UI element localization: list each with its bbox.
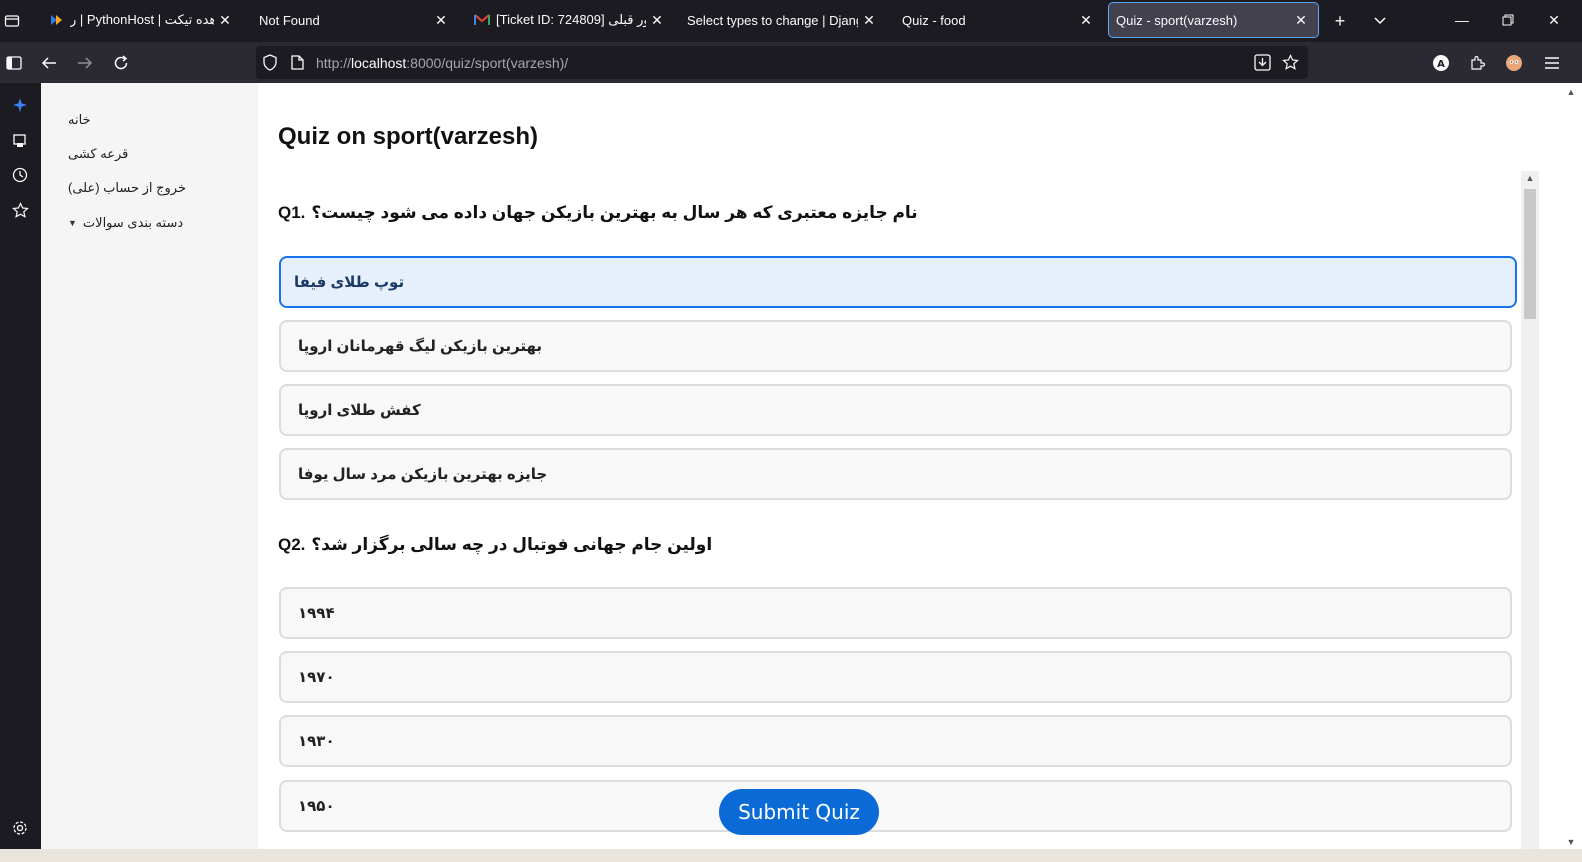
nav-link-home[interactable]: خانه bbox=[68, 112, 91, 128]
close-icon[interactable]: ✕ bbox=[430, 9, 452, 31]
menu-icon[interactable] bbox=[1538, 49, 1566, 77]
option-label: ۱۹۹۴ bbox=[298, 605, 335, 622]
tab-title: Quiz - sport(varzesh) bbox=[1116, 12, 1238, 28]
hosting-icon bbox=[48, 12, 64, 28]
scroll-up-icon[interactable]: ▲ bbox=[1523, 171, 1537, 185]
answer-option[interactable]: ۱۹۵۰ bbox=[279, 780, 1512, 832]
gmail-icon bbox=[474, 12, 490, 28]
close-icon[interactable]: ✕ bbox=[646, 9, 668, 31]
svg-text:A: A bbox=[1437, 59, 1445, 70]
ai-chatbot-icon[interactable] bbox=[6, 91, 34, 119]
answer-option[interactable]: ۱۹۳۰ bbox=[279, 715, 1512, 767]
url-text[interactable]: http://localhost:8000/quiz/sport(varzesh… bbox=[316, 55, 568, 71]
tab-quiz-food[interactable]: Quiz - food ✕ bbox=[891, 3, 1103, 37]
account-icon[interactable]: A bbox=[1427, 49, 1455, 77]
quiz-main: Quiz on sport(varzesh) Q1. نام جایزه معت… bbox=[258, 83, 1560, 862]
tab-title: Select types to change | Django si bbox=[687, 12, 858, 28]
option-label: ۱۹۳۰ bbox=[298, 733, 335, 750]
list-tabs-icon[interactable] bbox=[1367, 8, 1393, 34]
option-label: کفش طلای اروپا bbox=[298, 402, 421, 419]
answer-option[interactable]: کفش طلای اروپا bbox=[279, 384, 1512, 436]
nav-link-lottery[interactable]: قرعه کشی bbox=[68, 146, 128, 162]
close-window-icon[interactable]: ✕ bbox=[1534, 6, 1574, 34]
shield-icon[interactable] bbox=[262, 54, 278, 76]
question-text: نام جایزه معتبری که هر سال به بهترین باز… bbox=[311, 203, 918, 222]
settings-gear-icon[interactable] bbox=[6, 814, 34, 842]
tab-title: Not Found bbox=[259, 12, 320, 28]
tab-title: ر | PythonHost | مشاهده تیکت bbox=[70, 12, 214, 27]
option-label: ۱۹۵۰ bbox=[298, 798, 335, 815]
question-number: Q1. bbox=[278, 203, 306, 222]
reload-icon[interactable] bbox=[107, 49, 135, 77]
option-label: ۱۹۷۰ bbox=[298, 669, 335, 686]
restore-icon[interactable] bbox=[1488, 6, 1528, 34]
back-icon[interactable] bbox=[35, 49, 63, 77]
answer-option-selected[interactable]: توپ طلای فیفا bbox=[279, 256, 1517, 308]
history-icon[interactable] bbox=[6, 161, 34, 189]
tab-quiz-sport[interactable]: Quiz - sport(varzesh) ✕ bbox=[1108, 2, 1319, 38]
tab-django[interactable]: Select types to change | Django si ✕ bbox=[676, 3, 886, 37]
new-tab-icon[interactable]: + bbox=[1327, 8, 1353, 34]
nav-link-logout[interactable]: خروج از حساب (علی) bbox=[68, 180, 186, 196]
minimize-icon[interactable]: — bbox=[1442, 6, 1482, 34]
taskbar-edge bbox=[0, 849, 1582, 862]
page-title: Quiz on sport(varzesh) bbox=[278, 123, 539, 150]
question-1: Q1. نام جایزه معتبری که هر سال به بهترین… bbox=[278, 203, 918, 223]
firefox-view-icon[interactable] bbox=[0, 8, 24, 34]
page-scrollbar[interactable]: ▲ ▼ bbox=[1560, 83, 1582, 862]
sidebar-toggle-icon[interactable] bbox=[0, 49, 28, 77]
answer-option[interactable]: بهترین بازیکن لیگ قهرمانان اروپا bbox=[279, 320, 1512, 372]
bookmarks-icon[interactable] bbox=[6, 196, 34, 224]
caret-down-icon: ▼ bbox=[68, 218, 77, 228]
nav-dropdown-categories[interactable]: دسته بندی سوالات ▼ bbox=[68, 215, 183, 231]
tab-title: [Ticket ID: 724809] سرور قبلی bbox=[496, 12, 646, 27]
tab-strip: ر | PythonHost | مشاهده تیکت ✕ Not Found… bbox=[0, 0, 1582, 42]
answer-option[interactable]: جایزه بهترین بازیکن مرد سال یوفا bbox=[279, 448, 1512, 500]
save-to-pocket-icon[interactable] bbox=[1254, 54, 1271, 76]
tab-not-found[interactable]: Not Found ✕ bbox=[248, 3, 458, 37]
address-bar[interactable]: http://localhost:8000/quiz/sport(varzesh… bbox=[256, 46, 1308, 79]
question-number: Q2. bbox=[278, 535, 306, 554]
quiz-scrollbar[interactable]: ▲ bbox=[1521, 171, 1539, 862]
tab-pythonhost[interactable]: ر | PythonHost | مشاهده تیکت ✕ bbox=[38, 3, 242, 37]
site-side-nav: خانه قرعه کشی خروج از حساب (علی) دسته بن… bbox=[41, 83, 258, 862]
option-label: توپ طلای فیفا bbox=[294, 274, 405, 291]
tab-ticket[interactable]: [Ticket ID: 724809] سرور قبلی ✕ bbox=[464, 3, 674, 37]
page-viewport: خانه قرعه کشی خروج از حساب (علی) دسته بن… bbox=[41, 83, 1582, 862]
tab-title: Quiz - food bbox=[902, 12, 966, 28]
question-text: اولین جام جهانی فوتبال در چه سالی برگزار… bbox=[311, 535, 713, 554]
answer-option[interactable]: ۱۹۹۴ bbox=[279, 587, 1512, 639]
option-label: بهترین بازیکن لیگ قهرمانان اروپا bbox=[298, 338, 543, 355]
scroll-up-icon[interactable]: ▲ bbox=[1564, 85, 1578, 99]
close-icon[interactable]: ✕ bbox=[858, 9, 880, 31]
close-icon[interactable]: ✕ bbox=[1290, 9, 1312, 31]
scroll-down-icon[interactable]: ▼ bbox=[1564, 835, 1578, 849]
answer-option[interactable]: ۱۹۷۰ bbox=[279, 651, 1512, 703]
page-info-icon[interactable] bbox=[291, 55, 304, 75]
dropdown-label: دسته بندی سوالات bbox=[82, 215, 184, 230]
close-icon[interactable]: ✕ bbox=[1075, 9, 1097, 31]
forward-icon[interactable] bbox=[71, 49, 99, 77]
scrollbar-thumb[interactable] bbox=[1524, 189, 1536, 319]
submit-quiz-button[interactable]: Submit Quiz bbox=[719, 789, 879, 835]
browser-sidebar bbox=[0, 83, 41, 862]
question-2: Q2. اولین جام جهانی فوتبال در چه سالی بر… bbox=[278, 535, 712, 555]
bookmark-star-icon[interactable] bbox=[1282, 54, 1299, 76]
extensions-icon[interactable] bbox=[1463, 49, 1491, 77]
profile-avatar-icon[interactable] bbox=[1500, 49, 1528, 77]
navigation-bar: http://localhost:8000/quiz/sport(varzesh… bbox=[0, 42, 1582, 83]
synced-tabs-icon[interactable] bbox=[6, 127, 34, 155]
option-label: جایزه بهترین بازیکن مرد سال یوفا bbox=[298, 466, 548, 483]
close-icon[interactable]: ✕ bbox=[214, 9, 236, 31]
